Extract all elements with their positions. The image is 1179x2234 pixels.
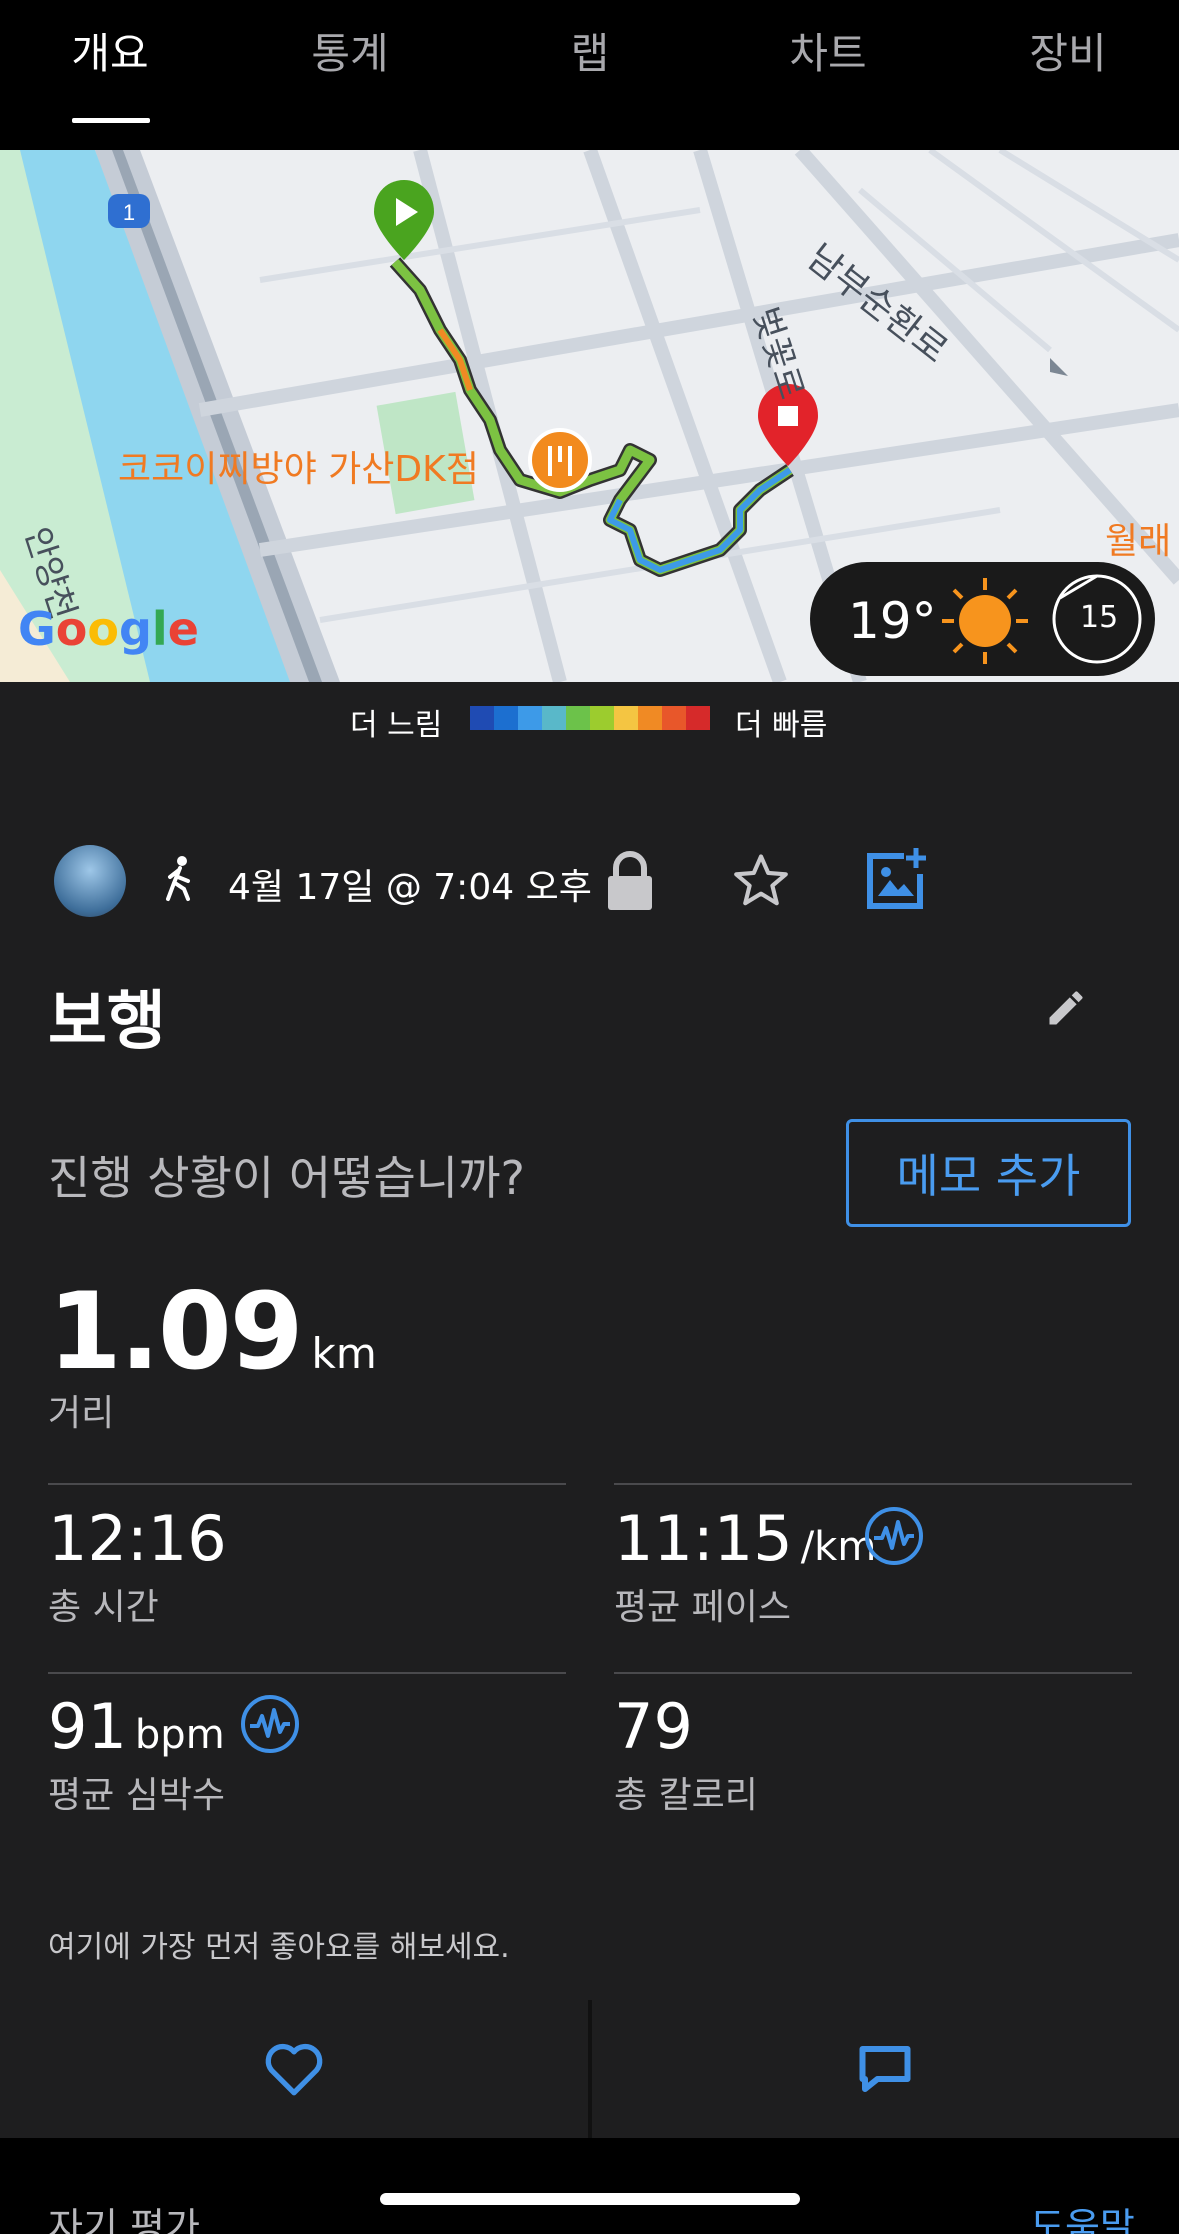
like-prompt: 여기에 가장 먼저 좋아요를 해보세요. bbox=[48, 1930, 510, 1965]
avg-hr-unit: bpm bbox=[134, 1712, 225, 1758]
tab-overview[interactable]: 개요 bbox=[10, 20, 210, 80]
star-icon[interactable] bbox=[730, 850, 792, 912]
distance-value-row: 1.09 km bbox=[48, 1270, 377, 1393]
divider bbox=[48, 1672, 566, 1674]
avatar[interactable] bbox=[54, 845, 126, 917]
weather-badge: 19° 15 bbox=[810, 562, 1155, 676]
heart-icon bbox=[265, 2043, 323, 2096]
google-logo: Google bbox=[18, 602, 199, 656]
avg-hr-row: 91 bpm bbox=[48, 1690, 225, 1763]
distance-unit: km bbox=[311, 1329, 377, 1378]
social-action-row bbox=[0, 2000, 1179, 2138]
total-time-label: 총 시간 bbox=[48, 1587, 159, 1628]
distance-value: 1.09 bbox=[48, 1270, 304, 1393]
legend-slow-label: 더 느림 bbox=[350, 708, 443, 743]
tab-bar: 개요 통계 랩 차트 장비 bbox=[0, 0, 1179, 150]
pace-legend: 더 느림 더 빠름 bbox=[0, 682, 1179, 752]
divider bbox=[614, 1672, 1132, 1674]
sun-icon bbox=[942, 578, 1028, 664]
restaurant-pin bbox=[528, 428, 592, 492]
calories-label: 총 칼로리 bbox=[614, 1775, 758, 1816]
edit-icon[interactable] bbox=[1044, 986, 1088, 1030]
activity-title: 보행 bbox=[48, 985, 166, 1059]
lock-icon[interactable] bbox=[604, 850, 656, 912]
tab-gear[interactable]: 장비 bbox=[968, 20, 1168, 80]
avg-pace-row: 11:15/km bbox=[614, 1502, 876, 1575]
legend-fast-label: 더 빠름 bbox=[735, 708, 828, 743]
poi-label: 코코이찌방야 가산DK점 bbox=[118, 449, 479, 490]
avg-pace-label: 평균 페이스 bbox=[614, 1587, 792, 1628]
comment-icon bbox=[859, 2046, 911, 2092]
pace-chart-icon[interactable] bbox=[864, 1506, 924, 1566]
street-label-wollae: 월래 bbox=[1105, 521, 1172, 562]
legend-gradient bbox=[470, 706, 710, 730]
add-photo-icon[interactable] bbox=[864, 846, 930, 912]
comment-button[interactable] bbox=[591, 2000, 1179, 2138]
wind-speed: 15 bbox=[1080, 600, 1119, 635]
temperature: 19° bbox=[848, 592, 937, 650]
heart-rate-chart-icon[interactable] bbox=[240, 1694, 300, 1754]
walking-icon bbox=[166, 856, 190, 901]
active-tab-indicator bbox=[72, 118, 150, 123]
total-time-value: 12:16 bbox=[48, 1502, 227, 1575]
help-link[interactable]: 도움말 bbox=[1030, 2196, 1135, 2234]
start-marker bbox=[374, 180, 434, 260]
svg-text:1: 1 bbox=[123, 200, 135, 225]
self-evaluation-heading: 자기 평가 bbox=[48, 2205, 200, 2234]
avg-hr-value: 91 bbox=[48, 1690, 127, 1763]
tab-stats[interactable]: 통계 bbox=[250, 20, 450, 80]
add-memo-button[interactable]: 메모 추가 bbox=[846, 1119, 1131, 1227]
activity-date: 4월 17일 @ 7:04 오후 bbox=[228, 867, 592, 908]
avg-hr-label: 평균 심박수 bbox=[48, 1775, 226, 1816]
tab-charts[interactable]: 차트 bbox=[728, 20, 928, 80]
tab-laps[interactable]: 랩 bbox=[490, 20, 690, 80]
avg-pace-value: 11:15 bbox=[614, 1502, 793, 1575]
distance-label: 거리 bbox=[48, 1393, 115, 1434]
like-button[interactable] bbox=[0, 2000, 588, 2138]
home-indicator[interactable] bbox=[380, 2193, 800, 2205]
calories-value: 79 bbox=[614, 1690, 693, 1763]
divider bbox=[48, 1483, 566, 1485]
progress-question: 진행 상황이 어떻습니까? bbox=[48, 1151, 525, 1205]
route-map[interactable]: 1 코코이찌방야 가산DK점 남부순환로 벚꽃로 월래 안양천 Google 1… bbox=[0, 150, 1179, 682]
divider bbox=[614, 1483, 1132, 1485]
